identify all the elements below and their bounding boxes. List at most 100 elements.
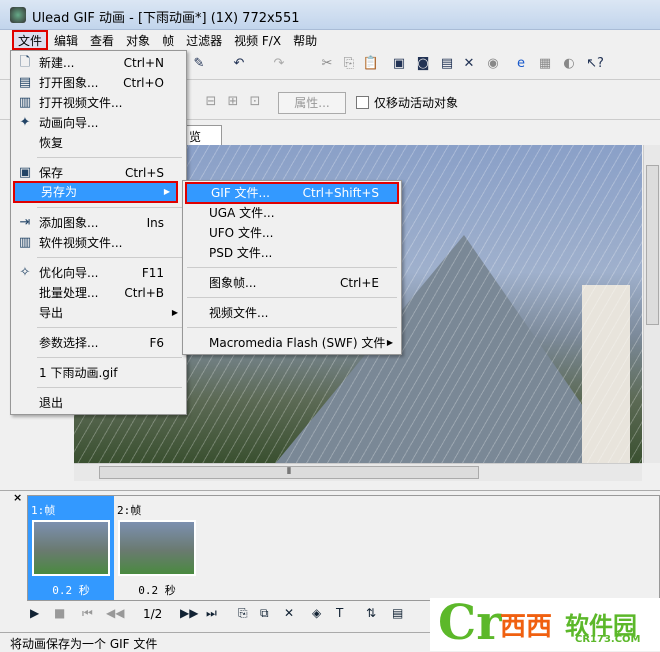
export-icon[interactable]: ◙ (414, 56, 432, 74)
next-frame-icon[interactable]: ▶▶ (180, 606, 198, 620)
add-frame-icon[interactable]: ⎘ (238, 606, 248, 621)
label: 视频文件... (209, 306, 269, 320)
last-frame-icon[interactable]: ⏭ (206, 606, 217, 621)
menu-item-open-image[interactable]: ▤ 打开图象... Ctrl+O (13, 73, 184, 93)
redo-icon[interactable]: ↷ (270, 56, 288, 74)
menu-help[interactable]: 帮助 (287, 30, 323, 50)
menu-item-save-as[interactable]: 另存为 ▶ (13, 181, 178, 203)
menu-video-fx[interactable]: 视频 F/X (228, 30, 287, 50)
frame-item[interactable]: 2:帧 0.2 秒 (114, 496, 200, 600)
label: PSD 文件... (209, 246, 273, 260)
tab-preview[interactable]: 览 (184, 125, 222, 145)
separator (187, 297, 397, 298)
paste-icon[interactable]: 📋 (362, 56, 380, 74)
first-frame-icon[interactable]: ⏮ (82, 606, 93, 621)
label: 添加图象... (39, 216, 99, 230)
preview-icon[interactable]: ◐ (560, 56, 578, 74)
align-both-icon[interactable]: ⊡ (246, 94, 264, 112)
play-icon[interactable]: ▶ (30, 606, 39, 620)
stop-icon[interactable]: ■ (54, 606, 65, 620)
menu-item-batch[interactable]: 批量处理... Ctrl+B (13, 283, 184, 303)
label: 软件视频文件... (39, 236, 123, 250)
separator (37, 157, 182, 158)
browser-icon[interactable]: e (512, 56, 530, 74)
menu-edit[interactable]: 编辑 (48, 30, 84, 50)
menu-item-recent-file[interactable]: 1 下雨动画.gif (13, 363, 184, 383)
menu-filter[interactable]: 过滤器 (180, 30, 228, 50)
optimize-icon: ✧ (19, 265, 31, 280)
reverse-icon[interactable]: ⇅ (366, 606, 376, 620)
menu-item-add-video[interactable]: ▥ 软件视频文件... (13, 233, 184, 253)
align-center-icon[interactable]: ⊟ (202, 94, 220, 112)
menu-item-video-file[interactable]: 视频文件... (185, 303, 399, 323)
tween-icon[interactable]: ◈ (312, 606, 321, 620)
title-bar: Ulead GIF 动画 - [下雨动画*] (1X) 772x551 (0, 0, 660, 30)
scroll-thumb[interactable]: ⦀ (99, 466, 479, 479)
menu-item-exit[interactable]: 退出 (13, 393, 184, 413)
text-icon[interactable]: T (336, 606, 343, 620)
menu-item-revert[interactable]: 恢复 (13, 133, 184, 153)
align-horizontal-icon[interactable]: ⊞ (224, 94, 242, 112)
delete-frame-icon[interactable]: ✕ (284, 606, 294, 620)
frame-duration: 0.2 秒 (138, 584, 176, 597)
image-icon[interactable]: ▤ (438, 56, 456, 74)
move-active-only-label: 仅移动活动对象 (374, 96, 459, 110)
frame-properties-icon[interactable]: ▤ (392, 606, 403, 620)
frame-counter: 1/2 (143, 607, 163, 621)
menu-item-preferences[interactable]: 参数选择... F6 (13, 333, 184, 353)
open-video-icon: ▥ (18, 95, 32, 110)
menu-item-add-image[interactable]: ⇥ 添加图象... Ins (13, 213, 184, 233)
copy-icon[interactable]: ⎘ (340, 56, 358, 74)
vertical-scrollbar[interactable] (643, 145, 660, 463)
close-x-icon[interactable]: ✕ (460, 56, 478, 74)
shortcut: Ctrl+S (124, 166, 164, 180)
save-icon[interactable]: ▣ (390, 56, 408, 74)
move-active-only-checkbox[interactable] (356, 96, 369, 109)
app-icon (10, 7, 26, 23)
frame-label: 1:帧 (31, 504, 56, 517)
menu-item-flash-swf[interactable]: Macromedia Flash (SWF) 文件 ▶ (185, 333, 399, 353)
paint-icon[interactable]: ✎ (190, 56, 208, 74)
undo-icon[interactable]: ↶ (230, 56, 248, 74)
menu-item-export[interactable]: 导出 ▶ (13, 303, 184, 323)
menu-item-save-psd[interactable]: PSD 文件... (185, 243, 399, 263)
wizard-icon: ✦ (19, 115, 31, 130)
logo-url: CR173.COM (575, 634, 641, 645)
label: 参数选择... (39, 336, 99, 350)
window-title: Ulead GIF 动画 - [下雨动画*] (1X) 772x551 (32, 11, 300, 26)
frame-item[interactable]: 1:帧 0.2 秒 (28, 496, 114, 600)
shortcut: Ctrl+E (340, 276, 379, 290)
close-icon[interactable]: × (13, 491, 22, 504)
properties-button[interactable]: 属性... (278, 92, 346, 114)
label: 1 下雨动画.gif (39, 366, 118, 380)
menu-view[interactable]: 查看 (84, 30, 120, 50)
label: 打开图象... (39, 76, 99, 90)
record-icon[interactable]: ◉ (484, 56, 502, 74)
menu-item-animation-wizard[interactable]: ✦ 动画向导... (13, 113, 184, 133)
menu-item-save[interactable]: ▣ 保存 Ctrl+S (13, 163, 184, 183)
menu-object[interactable]: 对象 (120, 30, 156, 50)
separator (37, 357, 182, 358)
duplicate-frame-icon[interactable]: ⧉ (260, 606, 269, 621)
menu-item-open-video[interactable]: ▥ 打开视频文件... (13, 93, 184, 113)
label: 另存为 (41, 185, 78, 199)
help-pointer-icon[interactable]: ↖? (586, 56, 604, 74)
prev-frame-icon[interactable]: ◀◀ (106, 606, 124, 620)
menu-file[interactable]: 文件 (12, 30, 49, 50)
scroll-thumb[interactable] (646, 165, 659, 325)
menu-item-new[interactable]: 🗋 新建... Ctrl+N (13, 53, 184, 73)
label: 图象帧... (209, 276, 257, 290)
menu-frame[interactable]: 帧 (156, 30, 180, 50)
horizontal-scrollbar[interactable]: ⦀ (74, 463, 642, 481)
menu-item-optimize-wizard[interactable]: ✧ 优化向导... F11 (13, 263, 184, 283)
menu-item-image-frames[interactable]: 图象帧... Ctrl+E (185, 273, 399, 293)
shortcut: F11 (141, 266, 164, 280)
cut-icon[interactable]: ✂ (318, 56, 336, 74)
menu-item-save-ufo[interactable]: UFO 文件... (185, 223, 399, 243)
label: 新建... (39, 56, 75, 70)
menu-item-save-uga[interactable]: UGA 文件... (185, 203, 399, 223)
menu-item-save-gif[interactable]: GIF 文件... Ctrl+Shift+S (185, 182, 399, 204)
menu-bar: 文件 编辑 查看 对象 帧 过滤器 视频 F/X 帮助 (0, 30, 660, 50)
label: 打开视频文件... (39, 96, 123, 110)
optimize-icon[interactable]: ▦ (536, 56, 554, 74)
